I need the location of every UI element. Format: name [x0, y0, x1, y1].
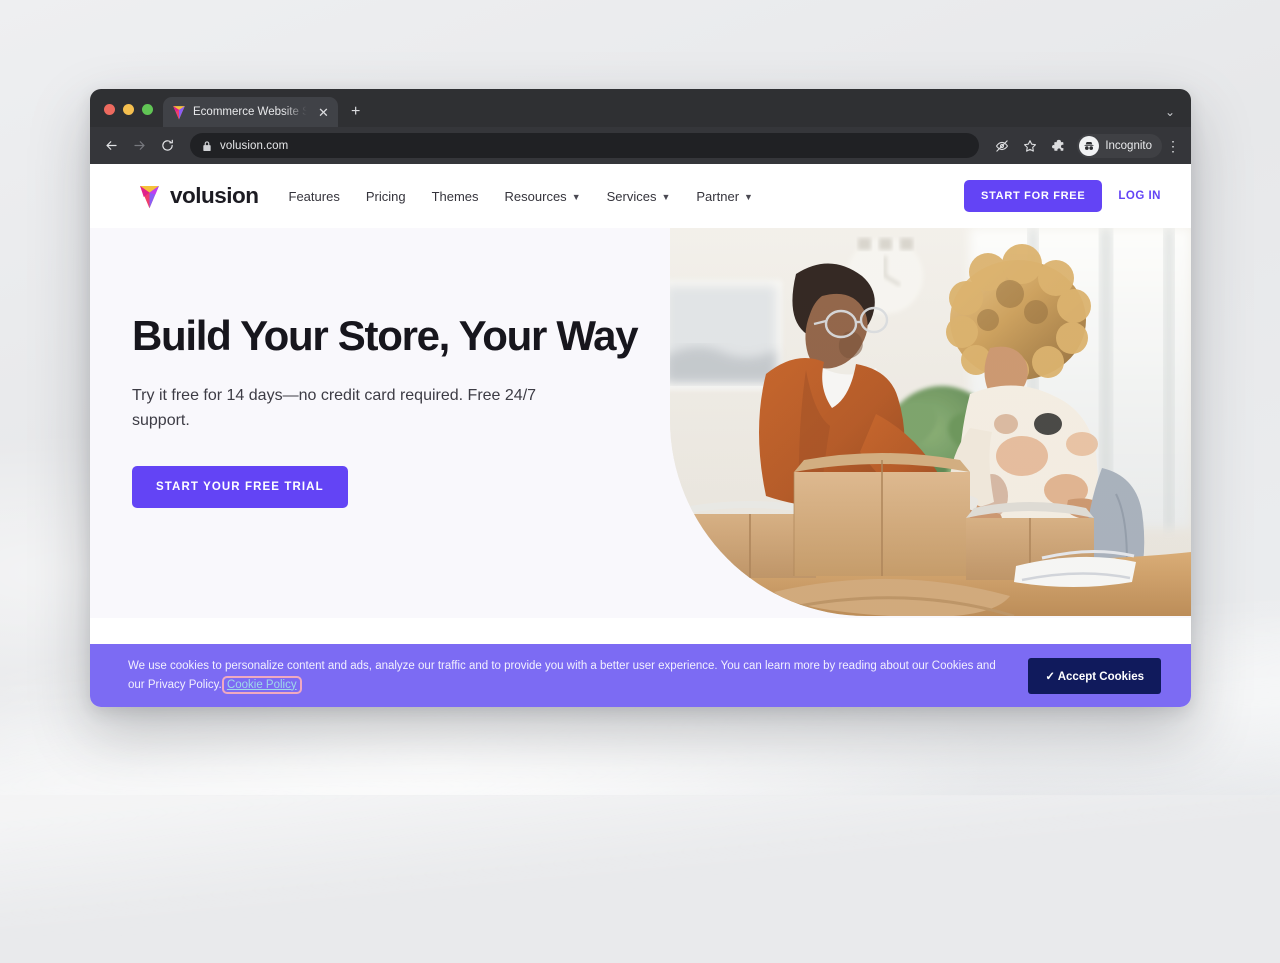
forward-arrow-icon [126, 133, 152, 159]
start-free-trial-button[interactable]: START YOUR FREE TRIAL [132, 465, 348, 508]
browser-tab[interactable]: Ecommerce Website Store & S ✕ [163, 97, 338, 127]
site-header: volusion Features Pricing Themes Resourc… [90, 164, 1191, 228]
eye-slash-icon[interactable] [989, 133, 1014, 158]
window-controls [102, 104, 163, 127]
star-icon[interactable] [1017, 133, 1042, 158]
window-close-button[interactable] [104, 104, 115, 115]
nav-item-partner[interactable]: Partner ▼ [696, 189, 753, 204]
chevron-down-icon: ▼ [661, 192, 671, 202]
nav-label: Pricing [365, 188, 406, 204]
volusion-gem-icon [173, 105, 185, 119]
incognito-avatar-icon [1079, 135, 1100, 156]
nav-label: Services [606, 188, 657, 204]
hero-photo [670, 228, 1191, 616]
log-in-link[interactable]: LOG IN [1118, 190, 1161, 202]
tab-search-chevron-icon[interactable]: ⌄ [1165, 105, 1175, 119]
back-arrow-icon[interactable] [98, 133, 124, 159]
cookie-consent-banner: We use cookies to personalize content an… [90, 644, 1191, 707]
tab-close-icon[interactable]: ✕ [316, 106, 331, 119]
cookie-banner-text: We use cookies to personalize content an… [128, 657, 1008, 694]
page-viewport: volusion Features Pricing Themes Resourc… [90, 164, 1191, 707]
chevron-down-icon: ▼ [571, 192, 581, 202]
new-tab-button[interactable]: + [351, 104, 360, 120]
browser-tab-strip: Ecommerce Website Store & S ✕ + ⌄ [90, 89, 1191, 127]
hero-image [670, 228, 1191, 616]
lock-icon [203, 140, 211, 151]
volusion-gem-icon [140, 185, 159, 208]
nav-item-resources[interactable]: Resources ▼ [505, 189, 581, 204]
address-bar-url: volusion.com [220, 139, 289, 152]
header-actions: START FOR FREE LOG IN [964, 180, 1161, 212]
browser-tab-title: Ecommerce Website Store & S [193, 106, 309, 118]
nav-label: Resources [504, 188, 567, 204]
chevron-down-icon: ▼ [744, 192, 753, 202]
accept-cookies-button[interactable]: ✓ Accept Cookies [1028, 657, 1161, 694]
nav-label: Partner [696, 188, 740, 204]
nav-item-services[interactable]: Services ▼ [607, 189, 671, 204]
address-bar[interactable]: volusion.com [190, 133, 980, 158]
nav-item-themes[interactable]: Themes [432, 189, 479, 204]
window-minimize-button[interactable] [123, 104, 134, 115]
browser-window: Ecommerce Website Store & S ✕ + ⌄ volusi… [90, 89, 1191, 707]
nav-item-pricing[interactable]: Pricing [366, 189, 406, 204]
puzzle-piece-icon[interactable] [1045, 133, 1070, 158]
hero-title: Build Your Store, Your Way [132, 312, 639, 359]
site-logo[interactable]: volusion [138, 183, 259, 209]
hero-section: Build Your Store, Your Way Try it free f… [90, 228, 1191, 618]
nav-item-features[interactable]: Features [289, 189, 340, 204]
profile-incognito-pill[interactable]: Incognito [1077, 133, 1162, 158]
reload-icon[interactable] [154, 133, 180, 159]
hero-subtitle: Try it free for 14 days—no credit card r… [132, 387, 537, 430]
browser-menu-icon[interactable]: ⋮ [1165, 139, 1181, 153]
window-maximize-button[interactable] [142, 104, 153, 115]
incognito-label: Incognito [1105, 139, 1152, 152]
brand-name: volusion [170, 183, 259, 208]
toolbar-actions: Incognito ⋮ [989, 133, 1181, 158]
browser-toolbar: volusion.com Incognito ⋮ [90, 127, 1191, 164]
hero-copy: Build Your Store, Your Way Try it free f… [132, 313, 642, 508]
main-navigation: Features Pricing Themes Resources ▼ Serv… [289, 189, 753, 204]
nav-label: Features [288, 188, 340, 204]
nav-label: Themes [431, 188, 479, 204]
cookie-policy-link[interactable]: Cookie Policy [221, 675, 302, 694]
start-for-free-button[interactable]: START FOR FREE [964, 180, 1103, 212]
